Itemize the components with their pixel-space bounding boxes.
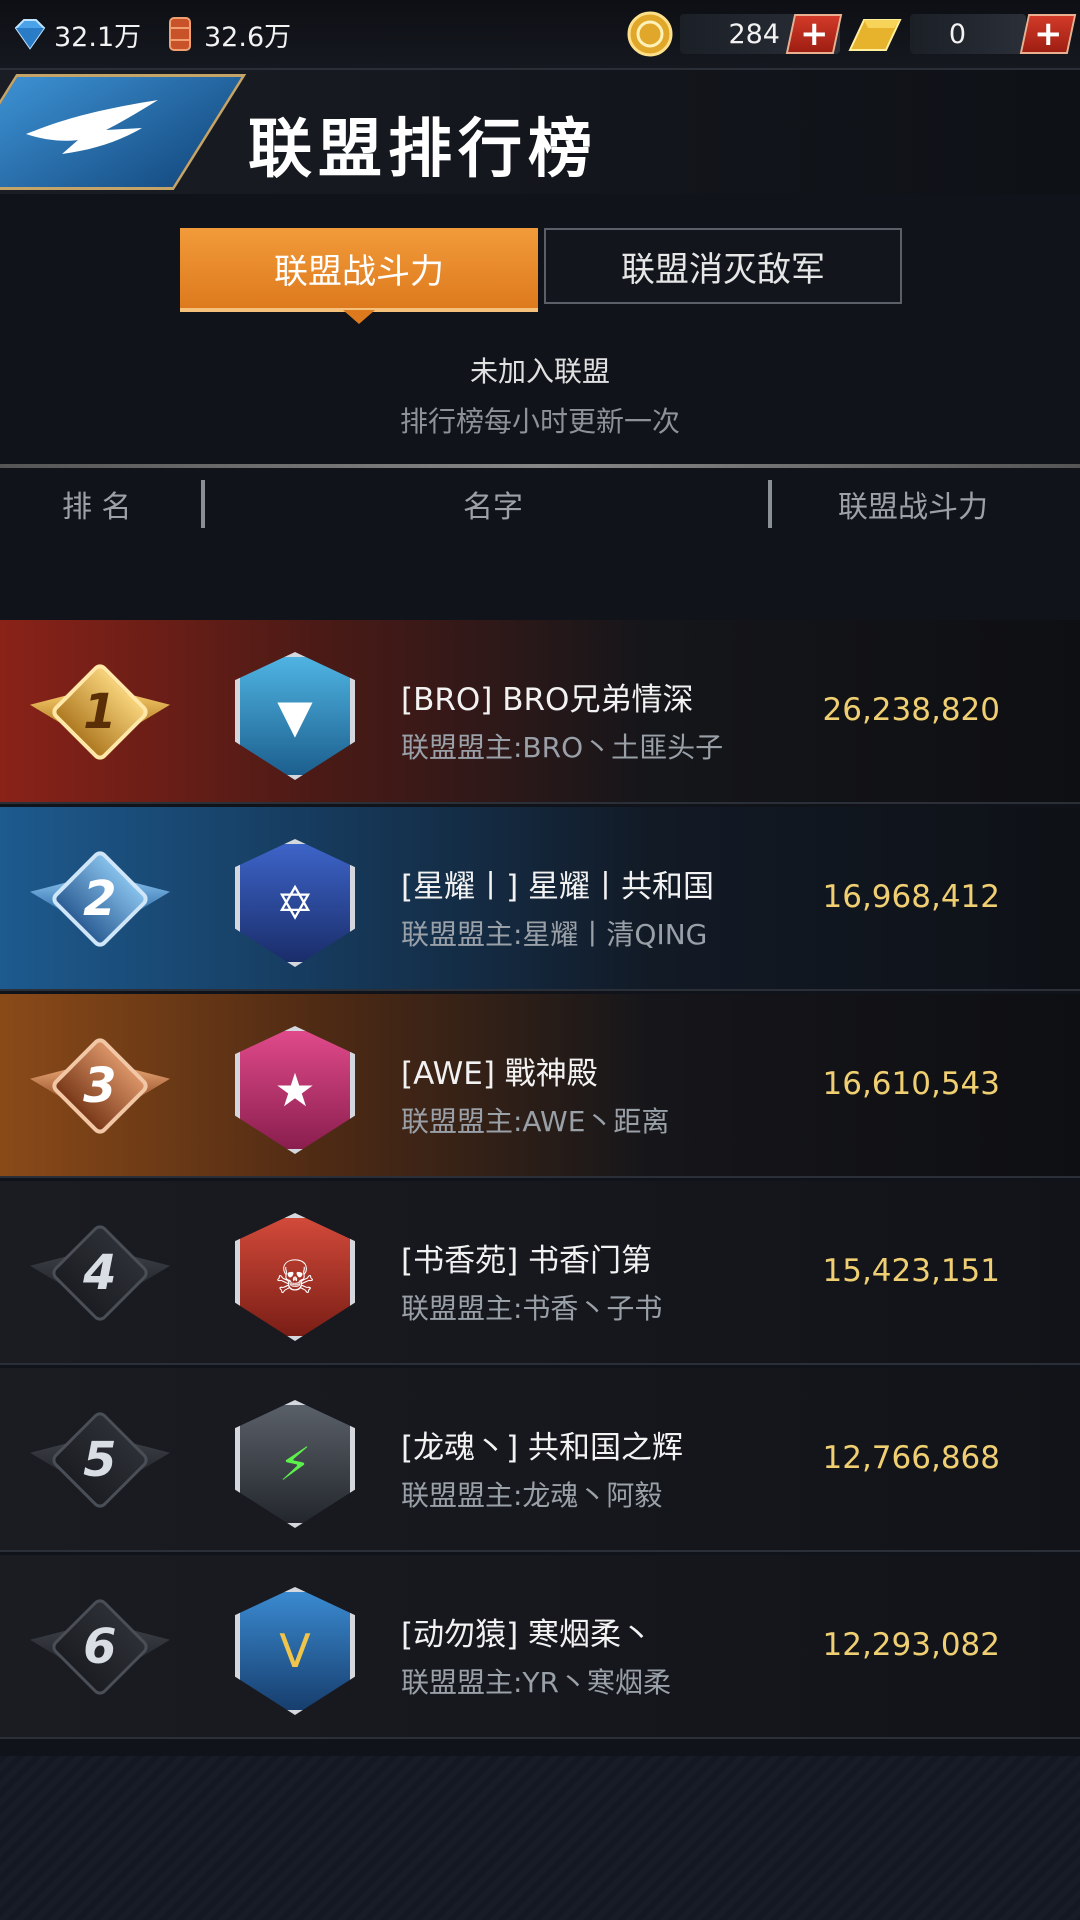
- alliance-name: [动勿猿] 寒烟柔丶: [401, 1617, 653, 1653]
- alliance-leader: 联盟盟主:书香丶子书: [401, 1292, 663, 1325]
- oil-amount: 32.6万: [204, 21, 292, 53]
- alliance-power: 12,766,868: [822, 1440, 1001, 1476]
- alliance-name: [AWE] 戰神殿: [401, 1056, 598, 1092]
- rank-2-badge-icon: 2: [30, 848, 170, 950]
- ranking-row[interactable]: 5 ⚡ [龙魂丶] 共和国之辉 联盟盟主:龙魂丶阿毅 12,766,868: [0, 1368, 1080, 1552]
- column-separator: [201, 480, 205, 528]
- alliance-emblem-icon: ★: [215, 1022, 375, 1158]
- list-divider: [0, 464, 1080, 468]
- column-name-header: 名字: [463, 490, 523, 525]
- alliance-leader: 联盟盟主:龙魂丶阿毅: [401, 1479, 663, 1512]
- eagle-icon: [26, 100, 158, 154]
- alliance-emblem-icon: ⚡: [215, 1396, 375, 1532]
- alliance-emblem-icon: V: [215, 1583, 375, 1719]
- green-lightning-shield-icon: ⚡: [235, 1400, 355, 1528]
- plus-icon: +: [1033, 14, 1063, 54]
- blue-hexagram-triangle-icon: ✡: [235, 839, 355, 967]
- coin-amount: 284: [728, 18, 780, 50]
- column-power-header: 联盟战斗力: [838, 490, 988, 525]
- rank-4-badge-icon: 4: [30, 1222, 170, 1324]
- ranking-row[interactable]: 2 ✡ [星耀丨] 星耀丨共和国 联盟盟主:星耀丨清QING 16,968,41…: [0, 807, 1080, 991]
- diamond-resource[interactable]: 32.1万: [10, 14, 141, 54]
- alliance-power: 12,293,082: [822, 1627, 1001, 1663]
- pink-star-shield-icon: ★: [235, 1026, 355, 1154]
- coin-icon: [627, 11, 673, 57]
- tab-alliance-kills[interactable]: 联盟消灭敌军: [544, 228, 902, 304]
- alliance-emblem-icon: ✡: [215, 835, 375, 971]
- ranking-row[interactable]: 4 ☠ [书香苑] 书香门第 联盟盟主:书香丶子书 15,423,151: [0, 1181, 1080, 1365]
- ranking-row[interactable]: 1 ▼ [BRO] BRO兄弟情深 联盟盟主:BRO丶土匪头子 26,238,8…: [0, 620, 1080, 804]
- alliance-status: 未加入联盟: [469, 355, 610, 388]
- rank-6-badge-icon: 6: [30, 1596, 170, 1698]
- column-separator: [768, 480, 772, 528]
- alliance-power: 16,968,412: [822, 879, 1001, 915]
- ranking-row[interactable]: 3 ★ [AWE] 戰神殿 联盟盟主:AWE丶距离 16,610,543: [0, 994, 1080, 1178]
- alliance-power: 15,423,151: [822, 1253, 1001, 1289]
- alliance-leader: 联盟盟主:AWE丶距离: [401, 1105, 670, 1138]
- rank-5-badge-icon: 5: [30, 1409, 170, 1511]
- active-tab-indicator: [343, 310, 375, 324]
- alliance-emblem-icon: ▼: [215, 648, 375, 784]
- update-note: 排行榜每小时更新一次: [399, 405, 680, 438]
- alliance-power: 26,238,820: [822, 692, 1001, 728]
- gold-bar-icon: [848, 19, 902, 51]
- alliance-name: [BRO] BRO兄弟情深: [401, 682, 694, 718]
- alliance-leader: 联盟盟主:YR丶寒烟柔: [401, 1666, 671, 1699]
- alliance-leader: 联盟盟主:BRO丶土匪头子: [401, 731, 724, 764]
- oil-barrel-icon: [169, 17, 191, 51]
- add-gold-button[interactable]: +: [1019, 14, 1077, 54]
- rank-3-badge-icon: 3: [30, 1035, 170, 1137]
- diamond-amount: 32.1万: [54, 21, 142, 53]
- winged-blue-shield-icon: ▼: [235, 652, 355, 780]
- rank-1-badge-icon: 1: [30, 661, 170, 763]
- alliance-leader: 联盟盟主:星耀丨清QING: [401, 918, 708, 951]
- skull-winged-shield-icon: ☠: [235, 1213, 355, 1341]
- ranking-row[interactable]: 6 V [动勿猿] 寒烟柔丶 联盟盟主:YR丶寒烟柔 12,293,082: [0, 1555, 1080, 1739]
- diamond-icon: [14, 19, 46, 50]
- gold-amount: 0: [948, 18, 966, 50]
- alliance-name: [书香苑] 书香门第: [401, 1243, 653, 1279]
- alliance-emblem-icon: ☠: [215, 1209, 375, 1345]
- resource-bar: 32.1万 32.6万 284 + 0 +: [0, 0, 1080, 70]
- alliance-power: 16,610,543: [822, 1066, 1001, 1102]
- plus-icon: +: [799, 14, 829, 54]
- page-title: 联盟排行榜: [248, 113, 598, 187]
- alliance-name: [龙魂丶] 共和国之辉: [401, 1430, 684, 1466]
- gold-counter: 0: [910, 14, 1026, 54]
- oil-resource[interactable]: 32.6万: [160, 14, 291, 54]
- list-footer-background: [0, 1756, 1080, 1920]
- alliance-name: [星耀丨] 星耀丨共和国: [401, 869, 715, 905]
- add-coin-button[interactable]: +: [785, 14, 843, 54]
- blue-chevron-shield-icon: V: [235, 1587, 355, 1715]
- tab-alliance-power[interactable]: 联盟战斗力: [180, 228, 538, 312]
- column-rank-header: 排 名: [62, 490, 132, 525]
